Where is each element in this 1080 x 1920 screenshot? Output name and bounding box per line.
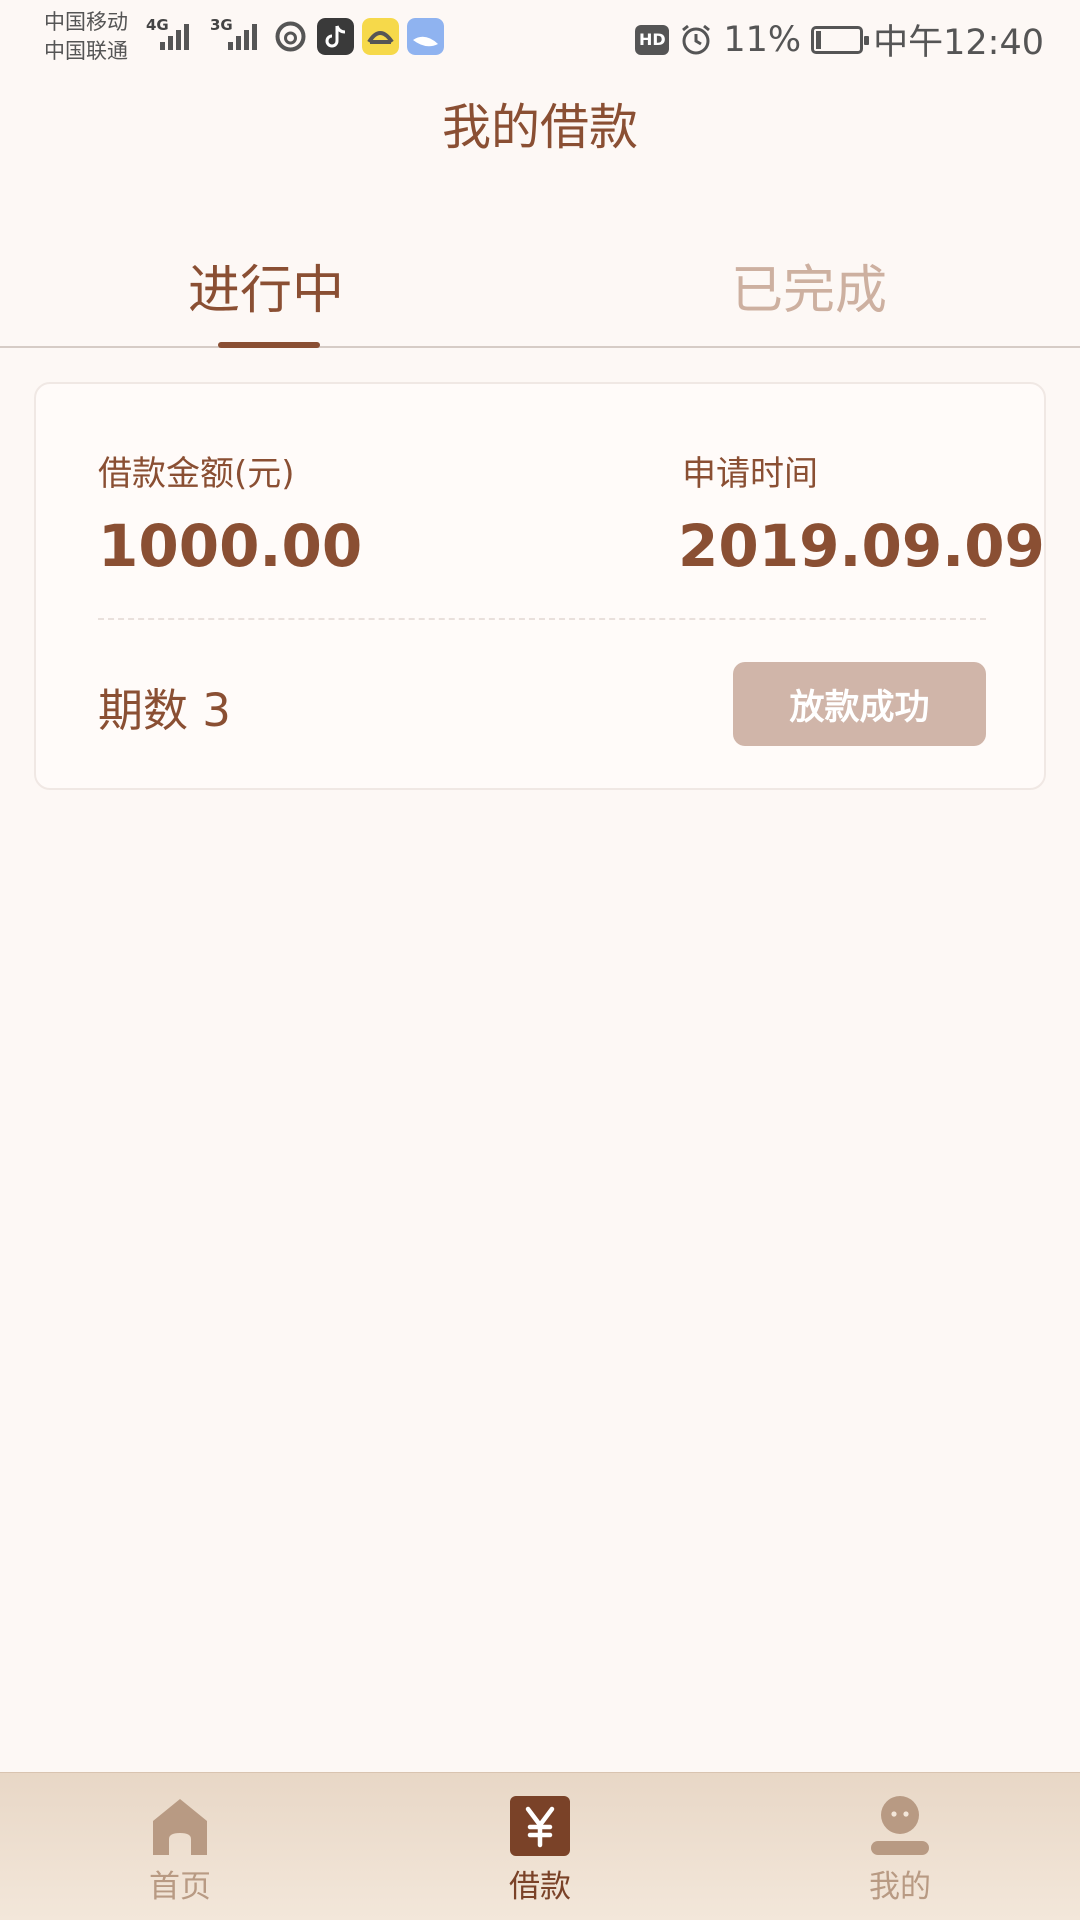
user-icon — [871, 1796, 929, 1855]
tiktok-icon — [317, 18, 354, 55]
tab-completed[interactable]: 已完成 — [731, 248, 887, 323]
bottom-nav: 首页 借款 我的 — [0, 1772, 1080, 1920]
nav-item-mine[interactable]: 我的 — [820, 1795, 980, 1906]
banana-app-icon — [362, 18, 399, 55]
carrier-2: 中国联通 — [44, 39, 128, 63]
tab-active-indicator — [218, 342, 320, 348]
home-icon — [153, 1799, 207, 1855]
clock: 中午12:40 — [873, 23, 1044, 63]
carrier-1: 中国移动 — [44, 10, 128, 34]
loan-amount-value: 1000.00 — [98, 512, 363, 580]
loan-amount-label: 借款金额(元) — [98, 454, 295, 494]
loan-screen: 中国移动 中国联通 4G 3G HD 11% 中午12:40 我的借款 进行中 … — [0, 0, 1080, 1920]
loan-card[interactable]: 借款金额(元) 1000.00 申请时间 2019.09.09 期数 3 放款成… — [34, 382, 1046, 790]
yen-icon — [510, 1796, 570, 1856]
tab-bar: 进行中 已完成 — [0, 230, 1080, 348]
battery-percent: 11% — [723, 19, 802, 60]
tab-in-progress[interactable]: 进行中 — [188, 248, 344, 323]
nav-label-mine: 我的 — [869, 1869, 931, 1905]
page-title: 我的借款 — [441, 99, 638, 156]
signal-strength-icon — [160, 20, 189, 50]
nav-label-home: 首页 — [149, 1869, 211, 1905]
alarm-icon — [682, 24, 711, 54]
status-right-group: HD 11% 中午12:40 — [635, 14, 1044, 65]
nav-item-loan[interactable]: 借款 — [460, 1795, 620, 1906]
signal-strength-icon — [228, 20, 257, 50]
nav-item-home[interactable]: 首页 — [100, 1795, 260, 1906]
status-bar: 中国移动 中国联通 4G 3G HD 11% 中午12:40 — [0, 0, 1080, 75]
battery-icon — [811, 25, 870, 54]
loan-status-button[interactable]: 放款成功 — [733, 662, 986, 746]
whale-browser-icon — [407, 18, 444, 55]
hd-badge: HD — [635, 24, 670, 55]
netease-music-icon — [275, 21, 306, 52]
apply-time-label: 申请时间 — [682, 454, 818, 494]
nav-label-loan: 借款 — [509, 1869, 571, 1905]
card-divider — [98, 618, 986, 620]
periods-text: 期数 3 — [98, 684, 231, 737]
apply-time-value: 2019.09.09 — [678, 512, 1045, 580]
carrier-names: 中国移动 中国联通 — [44, 8, 128, 66]
